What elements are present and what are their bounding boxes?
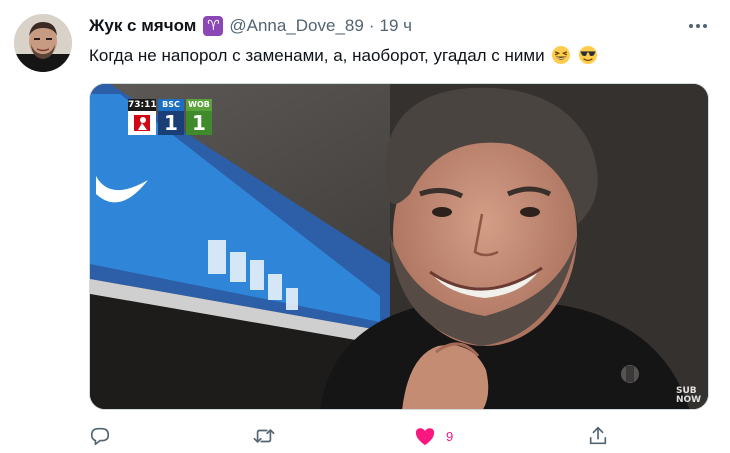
watermark-line-2: NOW [676, 395, 702, 405]
smiling-face-with-sunglasses-emoji [579, 46, 598, 64]
tweet-text: Когда не напорол с заменами, а, наоборот… [89, 44, 598, 68]
tweet-media-image[interactable]: 73:11 BSC 1 WOB 1 SUB NOW [89, 83, 709, 410]
avatar[interactable] [14, 14, 72, 72]
retweet-arrows-icon [253, 429, 275, 443]
home-score: 1 [158, 111, 184, 135]
tweet-header: Жук с мячом ♈ @Anna_Dove_89 · 19 ч [89, 14, 412, 38]
tweet-timestamp[interactable]: 19 ч [379, 16, 412, 36]
away-team-label: WOB [186, 99, 212, 111]
like-button[interactable]: 9 [414, 424, 453, 448]
separator-dot: · [368, 16, 375, 35]
reply-bubble-icon [90, 427, 110, 446]
more-horizontal-icon[interactable] [686, 16, 710, 36]
tweet-card: Жук с мячом ♈ @Anna_Dove_89 · 19 ч Когда… [0, 0, 730, 453]
tweet-text-body: Когда не напорол с заменами, а, наоборот… [89, 46, 545, 65]
share-button[interactable] [587, 424, 609, 448]
share-upload-icon [589, 426, 607, 445]
tweet-actions-bar: 9 [89, 424, 629, 448]
grinning-squinting-face-emoji [552, 46, 571, 64]
author-display-name[interactable]: Жук с мячом [89, 16, 196, 36]
heart-filled-icon [415, 428, 435, 446]
away-score: 1 [186, 111, 212, 135]
match-clock: 73:11 [128, 99, 157, 111]
aries-zodiac-icon: ♈ [203, 16, 224, 36]
subnow-watermark: SUB NOW [676, 387, 701, 405]
retweet-button[interactable] [252, 424, 276, 448]
reply-button[interactable] [89, 424, 111, 448]
bundesliga-logo-icon [128, 111, 156, 135]
like-count: 9 [446, 428, 454, 444]
author-handle[interactable]: @Anna_Dove_89 [229, 16, 363, 36]
home-team-label: BSC [158, 99, 184, 111]
